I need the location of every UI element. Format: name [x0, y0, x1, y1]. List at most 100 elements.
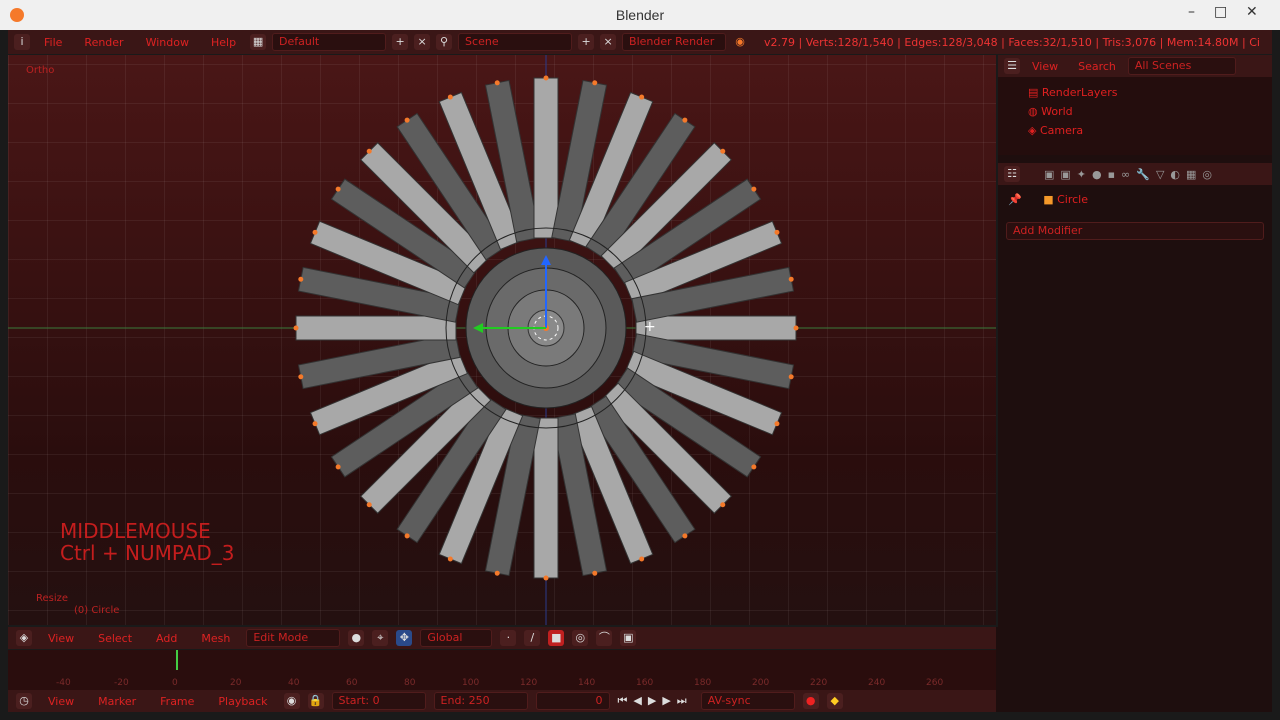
keyframe-icon[interactable]: ◆: [826, 693, 843, 709]
add-layout-icon[interactable]: +: [392, 34, 409, 50]
mesh-blade: [295, 315, 457, 341]
window-titlebar: Blender – □ ✕: [0, 0, 1280, 30]
key-hint: MIDDLEMOUSE Ctrl + NUMPAD_3: [60, 520, 235, 564]
lock-icon[interactable]: 🔒: [307, 693, 324, 709]
timeline-tick: 200: [752, 678, 770, 688]
snap-icon[interactable]: ⌒: [596, 630, 613, 646]
scene-dropdown[interactable]: Scene: [458, 33, 573, 51]
shading-icon[interactable]: ●: [348, 630, 365, 646]
remove-scene-icon[interactable]: ×: [600, 34, 617, 50]
maximize-button[interactable]: □: [1214, 4, 1227, 20]
select-mode-face-icon[interactable]: ■: [548, 630, 565, 646]
timeline-marker-menu[interactable]: Marker: [90, 695, 144, 708]
object-icon: ■: [1043, 193, 1054, 206]
3d-viewport[interactable]: + Ortho MIDDLEMOUSE Ctrl + NUMPAD_3 Resi…: [8, 55, 996, 625]
mode-dropdown[interactable]: Edit Mode: [246, 629, 341, 647]
timeline-view-menu[interactable]: View: [40, 695, 82, 708]
window-title: Blender: [615, 7, 665, 23]
mesh-blade: [533, 77, 559, 239]
sync-dropdown[interactable]: AV-sync: [700, 692, 795, 710]
menu-file[interactable]: File: [36, 36, 70, 49]
timeline-header: ◷ View Marker Frame Playback ◉ 🔒 Start: …: [8, 690, 996, 712]
minimize-button[interactable]: –: [1188, 4, 1195, 20]
object-name: Circle: [1057, 193, 1088, 206]
render-icon[interactable]: ▣: [620, 630, 637, 646]
timeline-playback-menu[interactable]: Playback: [210, 695, 275, 708]
menu-view[interactable]: View: [40, 632, 82, 645]
select-mode-edge-icon[interactable]: /: [524, 630, 541, 646]
outliner-header: ☰ View Search All Scenes: [998, 55, 1272, 77]
outliner-item-renderlayers[interactable]: ▤ RenderLayers: [1028, 83, 1272, 102]
outliner-view-menu[interactable]: View: [1024, 60, 1066, 73]
timeline-tick: 260: [926, 678, 944, 688]
menu-add[interactable]: Add: [148, 632, 185, 645]
timeline-tick: 100: [462, 678, 480, 688]
select-mode-vertex-icon[interactable]: ·: [500, 630, 517, 646]
outliner-item-camera[interactable]: ◈ Camera: [1028, 121, 1272, 140]
info-editor-icon[interactable]: i: [14, 34, 30, 50]
close-button[interactable]: ✕: [1246, 4, 1258, 20]
playback-controls[interactable]: ⏮◀▶▶⏭: [618, 694, 693, 708]
timeline-tick: 120: [520, 678, 538, 688]
timeline-frame-menu[interactable]: Frame: [152, 695, 202, 708]
timeline-tick: 220: [810, 678, 828, 688]
selected-vertex: [543, 75, 549, 81]
current-frame-field[interactable]: 0: [535, 692, 610, 710]
keying-icon[interactable]: ◉: [283, 693, 300, 709]
timeline-tick: -40: [56, 678, 71, 688]
remove-layout-icon[interactable]: ×: [414, 34, 431, 50]
mesh-blade: [635, 315, 797, 341]
scene-stats: v2.79 | Verts:128/1,540 | Edges:128/3,04…: [764, 35, 1260, 49]
timeline[interactable]: -40 -20 0 20 40 60 80 100 120 140 160 180 200 220 240 2…: [8, 650, 996, 690]
current-frame-indicator[interactable]: [176, 650, 178, 670]
pin-icon[interactable]: 📌: [1008, 193, 1022, 206]
key-hint-line2: Ctrl + NUMPAD_3: [60, 541, 235, 565]
mesh-blade: [533, 417, 559, 579]
outliner-search-menu[interactable]: Search: [1070, 60, 1124, 73]
timeline-editor-icon[interactable]: ◷: [16, 693, 32, 709]
outliner-editor-icon[interactable]: ☰: [1004, 58, 1020, 74]
scene-icon[interactable]: ⚲: [436, 34, 453, 50]
3d-view-header: ◈ View Select Add Mesh Edit Mode ● ⌖ ✥ G…: [8, 627, 996, 649]
blender-icon: ◉: [735, 35, 745, 48]
render-engine-dropdown[interactable]: Blender Render: [622, 33, 727, 51]
properties-header: ☷ ▣▣✦●▪∞🔧▽◐▦◎: [998, 163, 1272, 185]
record-icon[interactable]: ●: [802, 693, 819, 709]
editor-type-icon[interactable]: ◈: [16, 630, 32, 646]
add-modifier-dropdown[interactable]: Add Modifier: [1006, 222, 1264, 240]
properties-tabs[interactable]: ▣▣✦●▪∞🔧▽◐▦◎: [1044, 168, 1218, 181]
info-header: i File Render Window Help ▦ Default + × …: [8, 30, 1272, 54]
proportional-edit-icon[interactable]: ◎: [572, 630, 589, 646]
pivot-icon[interactable]: ⌖: [372, 630, 389, 646]
timeline-tick: 40: [288, 678, 300, 688]
timeline-tick: 240: [868, 678, 886, 688]
timeline-tick: 20: [230, 678, 242, 688]
properties-editor-icon[interactable]: ☷: [1004, 166, 1020, 182]
menu-window[interactable]: Window: [138, 36, 197, 49]
manipulator-icon[interactable]: ✥: [396, 630, 413, 646]
outliner-filter-dropdown[interactable]: All Scenes: [1127, 57, 1236, 75]
add-scene-icon[interactable]: +: [578, 34, 595, 50]
view-label: Ortho: [26, 65, 55, 76]
outliner-item-world[interactable]: ◍ World: [1028, 102, 1272, 121]
layout-dropdown[interactable]: Default: [272, 33, 387, 51]
properties-context: 📌 ■ Circle: [998, 185, 1272, 206]
start-frame-field[interactable]: Start: 0: [331, 692, 426, 710]
menu-select[interactable]: Select: [90, 632, 140, 645]
layout-icon[interactable]: ▦: [250, 34, 267, 50]
timeline-tick: 60: [346, 678, 358, 688]
end-frame-field[interactable]: End: 250: [433, 692, 528, 710]
orientation-dropdown[interactable]: Global: [420, 629, 493, 647]
mouse-cursor: +: [644, 319, 656, 335]
timeline-tick: 80: [404, 678, 416, 688]
selected-vertex: [543, 575, 549, 581]
outliner-list: ▤ RenderLayers ◍ World ◈ Camera: [998, 77, 1272, 140]
menu-render[interactable]: Render: [76, 36, 131, 49]
key-hint-line1: MIDDLEMOUSE: [60, 519, 211, 543]
right-panels: ☰ View Search All Scenes ▤ RenderLayers …: [998, 55, 1272, 635]
selected-vertex: [793, 325, 799, 331]
menu-help[interactable]: Help: [203, 36, 244, 49]
selected-vertex: [293, 325, 299, 331]
operator-label: Resize: [36, 593, 69, 604]
menu-mesh[interactable]: Mesh: [193, 632, 238, 645]
